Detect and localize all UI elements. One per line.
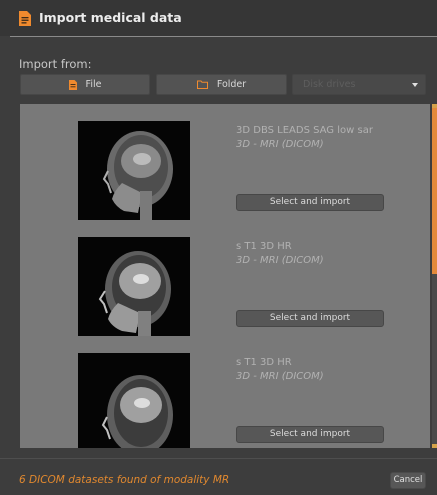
dataset-type: 3D - MRI (DICOM) [236,255,324,266]
dialog-title: Import medical data [39,10,182,25]
scrollbar-thumb[interactable] [432,108,437,274]
mri-thumbnail [78,237,190,336]
dataset-name: 3D DBS LEADS SAG low sar [236,125,373,136]
title-divider [10,36,437,37]
select-and-import-button[interactable]: Select and import [236,310,384,327]
status-text: 6 DICOM datasets found of modality MR [19,474,230,486]
import-from-label: Import from: [19,57,92,71]
folder-button-label: Folder [216,79,247,90]
scroll-down-arrow[interactable] [432,444,437,448]
dataset-name: s T1 3D HR [236,357,292,368]
folder-icon [196,80,208,89]
chevron-down-icon [412,83,418,87]
mri-thumbnail [78,353,190,448]
document-icon [19,11,31,26]
dataset-type: 3D - MRI (DICOM) [236,139,324,150]
status-divider [0,458,437,459]
dialog-titlebar: Import medical data [0,0,437,36]
file-button-label: File [85,79,102,90]
dataset-item: s T1 3D HR 3D - MRI (DICOM) Select and i… [20,353,430,448]
select-and-import-button[interactable]: Select and import [236,426,384,443]
dataset-item: 3D DBS LEADS SAG low sar 3D - MRI (DICOM… [20,121,430,231]
dataset-name: s T1 3D HR [236,241,292,252]
file-icon [68,79,77,90]
disk-drives-dropdown[interactable]: Disk drives [292,74,426,95]
scrollbar[interactable] [432,104,437,448]
cancel-button[interactable]: Cancel [390,472,426,489]
folder-button[interactable]: Folder [156,74,287,95]
file-button[interactable]: File [20,74,150,95]
dataset-type: 3D - MRI (DICOM) [236,371,324,382]
select-and-import-button[interactable]: Select and import [236,194,384,211]
mri-thumbnail [78,121,190,220]
datasets-list: 3D DBS LEADS SAG low sar 3D - MRI (DICOM… [20,104,430,448]
disk-drives-value: Disk drives [303,79,356,90]
dataset-item: s T1 3D HR 3D - MRI (DICOM) Select and i… [20,237,430,347]
